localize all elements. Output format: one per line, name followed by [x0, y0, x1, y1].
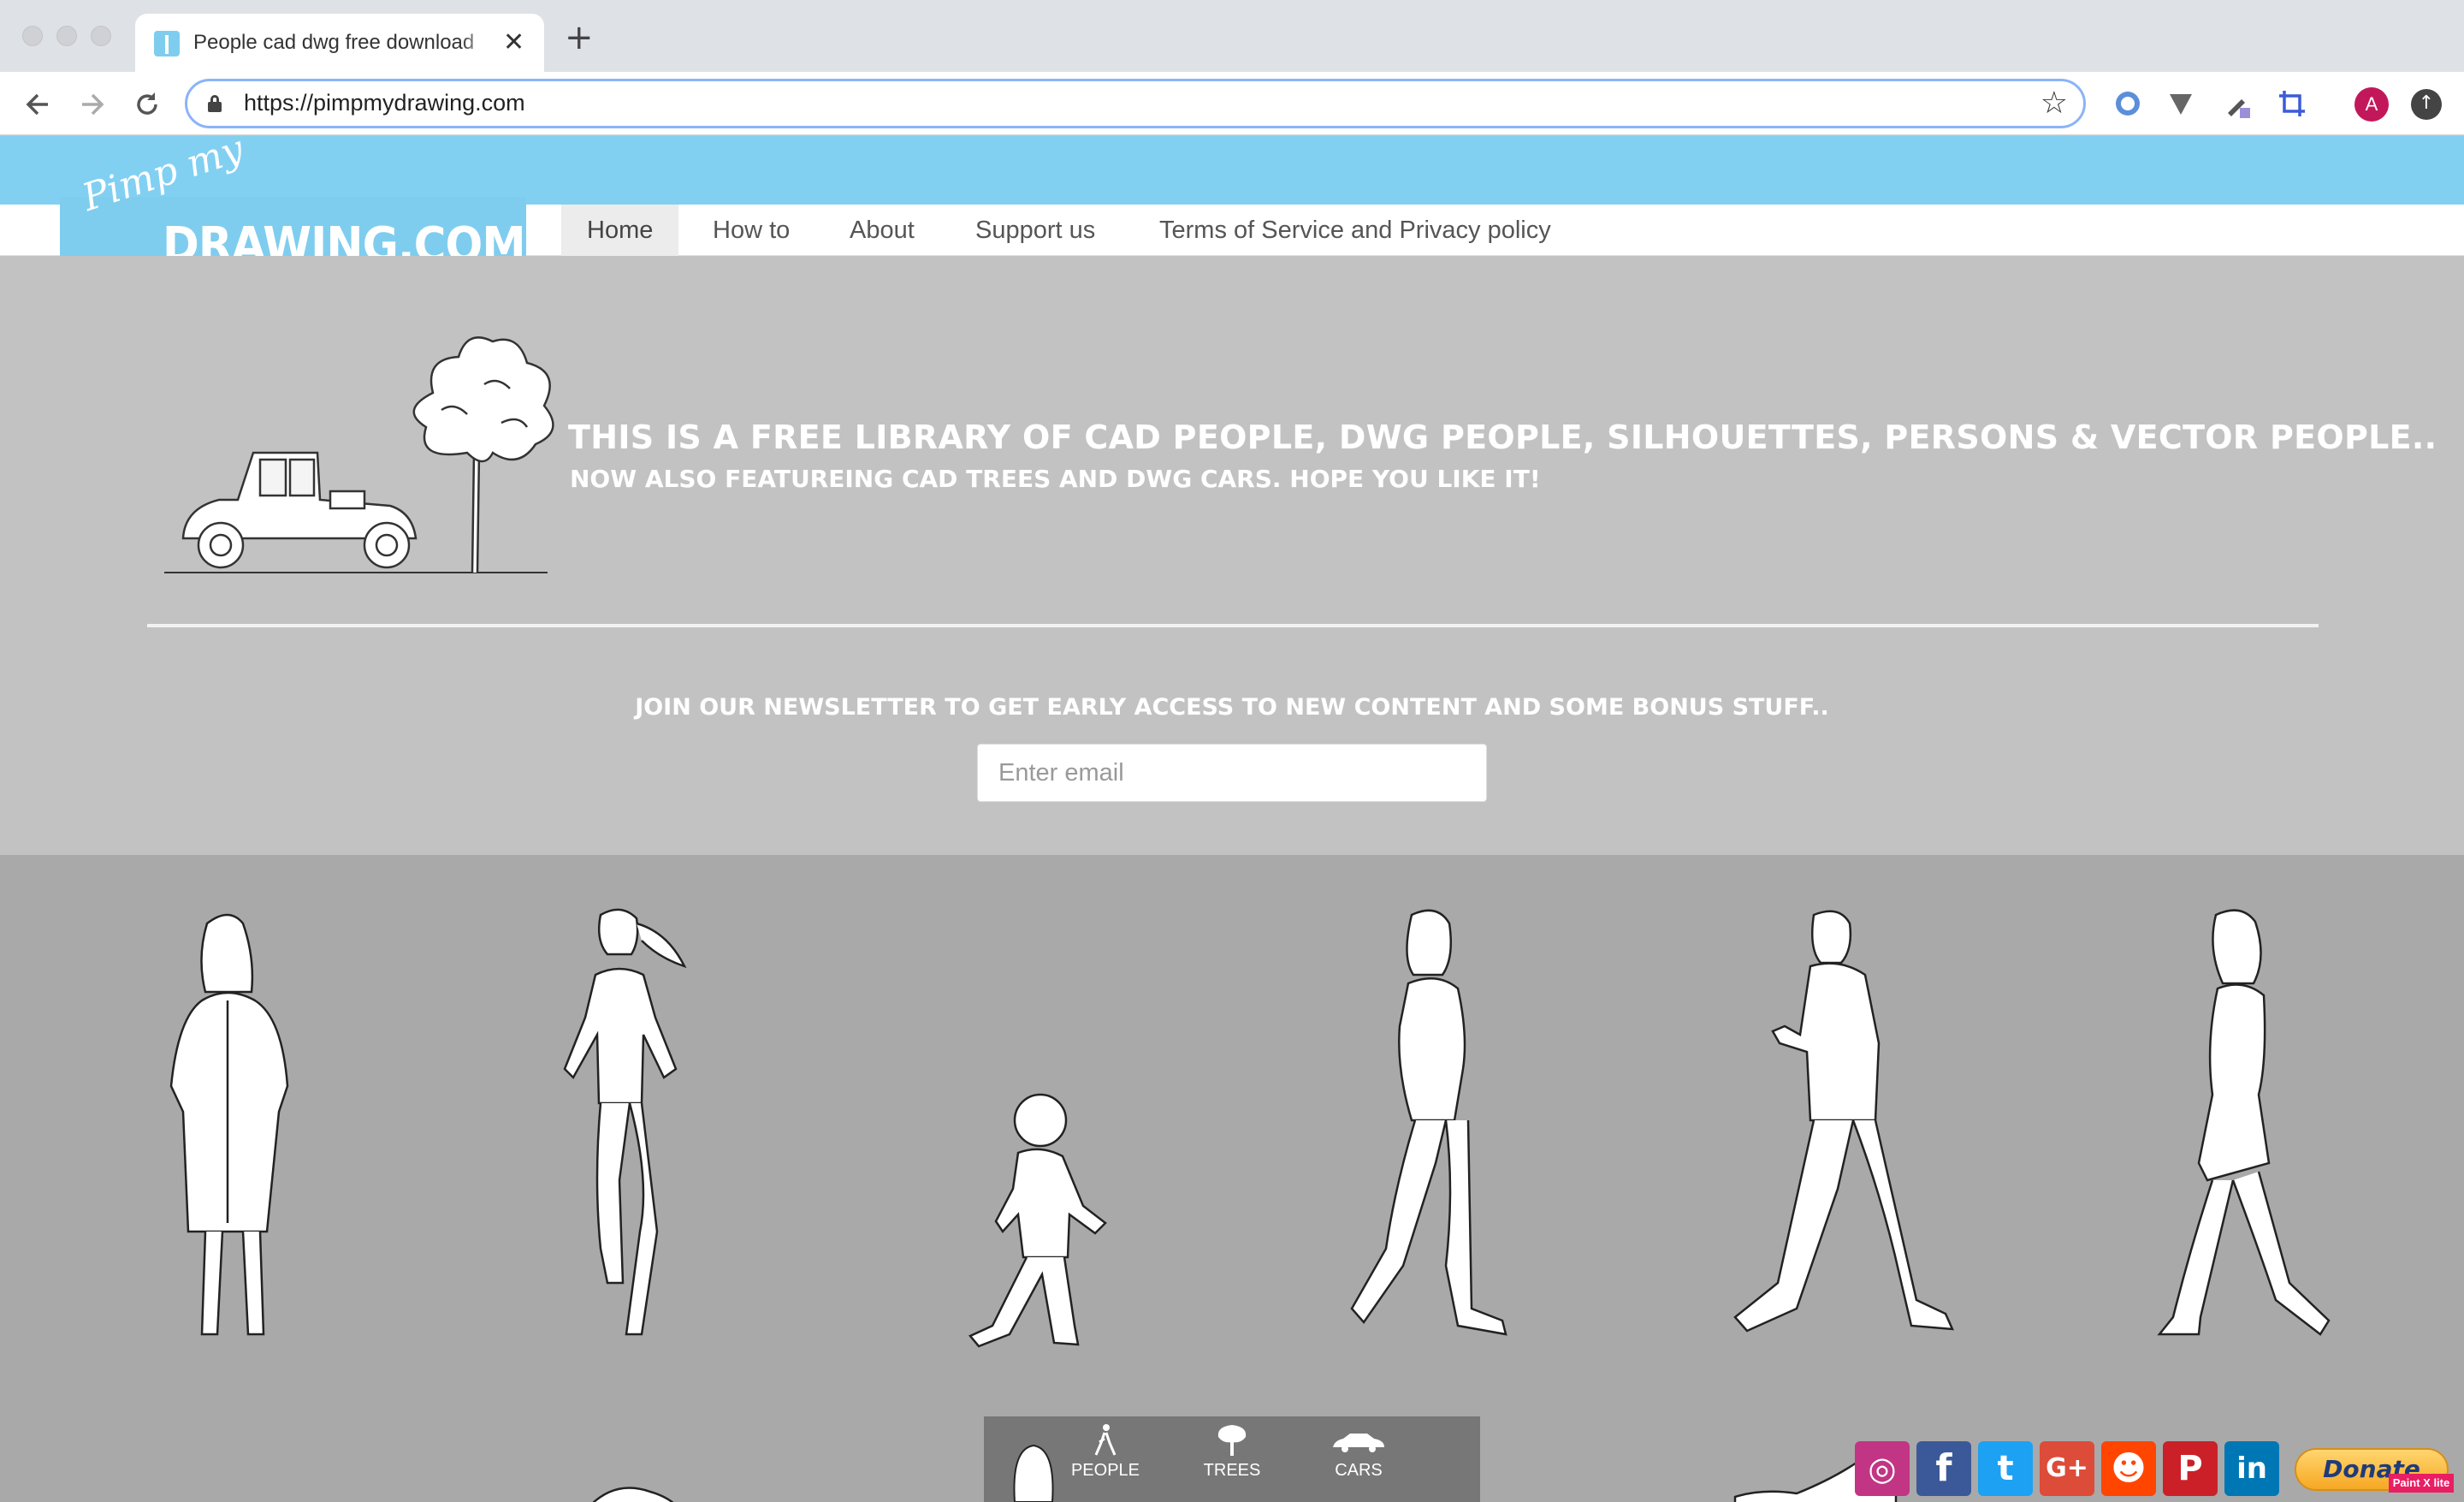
- update-icon[interactable]: ↑: [2411, 89, 2442, 120]
- facebook-icon[interactable]: f: [1916, 1441, 1971, 1496]
- nav-about[interactable]: About: [824, 205, 940, 256]
- twitter-icon[interactable]: t: [1978, 1441, 2033, 1496]
- window-minimize-button[interactable]: [56, 26, 77, 46]
- newsletter-prompt: JOIN OUR NEWSLETTER TO GET EARLY ACCESS …: [635, 694, 1829, 721]
- category-cars-button[interactable]: CARS: [1307, 1423, 1410, 1502]
- hero-subheadline: NOW ALSO FEATUREING CAD TREES AND DWG CA…: [570, 465, 1541, 493]
- gallery-person-child[interactable]: [958, 1086, 1112, 1351]
- site-top-banner: [0, 136, 2464, 205]
- site-favicon-icon: [154, 31, 180, 56]
- profile-avatar[interactable]: A: [2354, 87, 2389, 122]
- hero-section: THIS IS A FREE LIBRARY OF CAD PEOPLE, DW…: [0, 256, 2464, 855]
- nav-home[interactable]: Home: [561, 205, 679, 256]
- person-icon: [1094, 1424, 1116, 1456]
- gallery-person-woman-coat[interactable]: [154, 906, 308, 1351]
- browser-toolbar: https://pimpmydrawing.com ☆ A ↑: [0, 72, 2464, 135]
- tab-title: People cad dwg free download: [193, 31, 495, 55]
- car-icon: [1333, 1434, 1384, 1452]
- extension-blue-icon[interactable]: [2112, 87, 2144, 120]
- category-switcher: PEOPLE TREES CARS: [984, 1416, 1480, 1502]
- reload-icon[interactable]: [130, 87, 164, 129]
- linkedin-icon[interactable]: in: [2224, 1441, 2279, 1496]
- window-zoom-button[interactable]: [91, 26, 111, 46]
- category-people-label: PEOPLE: [1070, 1461, 1140, 1480]
- newsletter-email-input[interactable]: [977, 744, 1487, 802]
- paint-x-lite-badge[interactable]: Paint X lite: [2389, 1474, 2454, 1493]
- gallery-person-walking-man[interactable]: [1728, 906, 1959, 1351]
- new-tab-button[interactable]: +: [565, 21, 594, 55]
- forward-icon[interactable]: [75, 87, 110, 129]
- browser-tab-strip: People cad dwg free download ✕ +: [0, 0, 2464, 72]
- nav-support-us[interactable]: Support us: [950, 205, 1121, 256]
- people-gallery: [0, 855, 2464, 1502]
- extension-eyedropper-icon[interactable]: [2221, 87, 2254, 120]
- section-divider: [147, 624, 2319, 627]
- google-plus-icon[interactable]: G+: [2040, 1441, 2094, 1496]
- gallery-person-woman-dress[interactable]: [2139, 906, 2344, 1351]
- tree-icon: [1217, 1425, 1247, 1456]
- address-bar[interactable]: https://pimpmydrawing.com ☆: [185, 79, 2086, 128]
- nav-terms-privacy[interactable]: Terms of Service and Privacy policy: [1134, 205, 1577, 256]
- url-text[interactable]: https://pimpmydrawing.com: [244, 90, 525, 116]
- hero-headline: THIS IS A FREE LIBRARY OF CAD PEOPLE, DW…: [568, 419, 2437, 456]
- tab-close-icon[interactable]: ✕: [503, 26, 524, 60]
- category-cars-label: CARS: [1335, 1461, 1383, 1480]
- category-preview-face: [1013, 1444, 1054, 1502]
- browser-tab[interactable]: People cad dwg free download ✕: [135, 14, 544, 72]
- gallery-partial-figure: [592, 1487, 674, 1502]
- extension-crop-icon[interactable]: [2276, 87, 2308, 120]
- instagram-icon[interactable]: ◎: [1855, 1441, 1910, 1496]
- back-icon[interactable]: [21, 87, 55, 129]
- category-people-button[interactable]: PEOPLE: [1054, 1423, 1157, 1502]
- category-trees-button[interactable]: TREES: [1181, 1423, 1283, 1502]
- window-close-button[interactable]: [22, 26, 43, 46]
- nav-how-to[interactable]: How to: [687, 205, 815, 256]
- gallery-person-walking-woman[interactable]: [1326, 906, 1549, 1351]
- gallery-person-runner[interactable]: [548, 906, 702, 1351]
- extension-vee-icon[interactable]: [2165, 87, 2197, 120]
- car-and-tree-illustration: [164, 336, 554, 573]
- category-trees-label: TREES: [1203, 1461, 1261, 1480]
- lock-icon[interactable]: [208, 95, 222, 112]
- reddit-icon[interactable]: ☻: [2101, 1441, 2156, 1496]
- bookmark-star-icon[interactable]: ☆: [2040, 85, 2068, 122]
- pinterest-icon[interactable]: P: [2163, 1441, 2218, 1496]
